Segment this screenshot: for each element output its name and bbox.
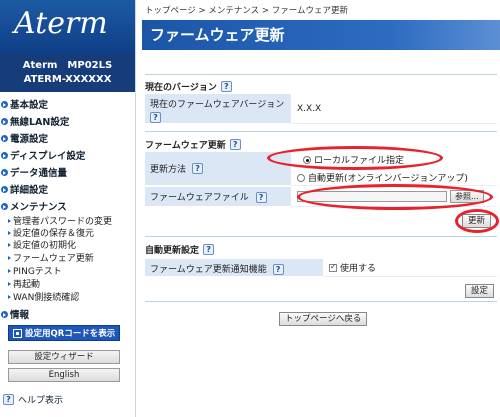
arrow-bullet-icon [1, 311, 8, 318]
arrow-bullet-icon [1, 135, 8, 142]
triangle-icon [8, 256, 11, 260]
qr-button-label: 設定用QRコードを表示 [25, 329, 116, 339]
checkbox-label: 使用する [340, 264, 377, 274]
help-icon[interactable]: ? [203, 244, 215, 255]
section-title: ファームウェア更新 [145, 141, 226, 151]
menu-advanced[interactable]: 詳細設定 [0, 182, 136, 196]
help-icon[interactable]: ? [255, 192, 267, 203]
menu-display[interactable]: ディスプレイ設定 [0, 148, 136, 162]
menu-power[interactable]: 電源設定 [0, 131, 136, 145]
field-label: ファームウェア更新通知機能 [150, 265, 267, 275]
page-title: ファームウェア更新 [142, 20, 500, 50]
divider [145, 131, 497, 132]
menu-maintenance[interactable]: メンテナンス [0, 199, 136, 213]
field-label: 更新方法 [150, 165, 187, 175]
section-current-version: 現在のバージョン ? [145, 80, 232, 93]
menu-data-usage[interactable]: データ通信量 [0, 165, 136, 179]
breadcrumb: トップページ > メンテナンス > ファームウェア更新 [145, 6, 348, 16]
highlight-local-file-option [267, 146, 443, 170]
triangle-icon [8, 243, 11, 247]
help-icon[interactable]: ? [192, 163, 204, 174]
divider [145, 74, 497, 75]
section-title: 自動更新設定 [145, 246, 200, 256]
submenu-firmware-update[interactable]: ファームウェア更新 [8, 251, 94, 264]
menu-info[interactable]: 情報 [0, 307, 136, 321]
divider [145, 236, 497, 237]
menu-label: 電源設定 [10, 134, 49, 145]
help-icon[interactable]: ? [150, 112, 161, 123]
menu-label: ディスプレイ設定 [10, 151, 86, 162]
menu-label: 詳細設定 [10, 185, 49, 196]
help-icon[interactable]: ? [272, 264, 284, 275]
qr-code-icon [13, 328, 22, 338]
auto-update-notify-row: ファームウェア更新通知機能 ? 使用する [145, 259, 497, 277]
help-label: ヘルプ表示 [18, 396, 64, 406]
logo-text: Aterm [14, 6, 108, 41]
submenu-factory-reset[interactable]: 設定値の初期化 [8, 238, 76, 251]
menu-label: 無線LAN設定 [10, 117, 70, 128]
arrow-bullet-icon [1, 152, 8, 159]
menu-label: メンテナンス [10, 202, 67, 213]
field-label: 現在のファームウェアバージョン [150, 100, 285, 110]
arrow-bullet-icon [1, 169, 8, 176]
submenu-wan-check[interactable]: WAN側接続確認 [8, 290, 79, 303]
main-content: トップページ > メンテナンス > ファームウェア更新 ファームウェア更新 現在… [137, 0, 500, 417]
radio-label: 自動更新(オンラインバージョンアップ) [308, 174, 468, 184]
firmware-file-label-cell: ファームウェアファイル ? [145, 187, 291, 207]
submenu-label: PINGテスト [13, 267, 62, 277]
triangle-icon [8, 231, 11, 235]
current-version-row: 現在のファームウェアバージョン ? X.X.X [145, 94, 497, 124]
notify-label-cell: ファームウェア更新通知機能 ? [145, 259, 323, 277]
sidebar: Aterm Aterm MP02LS ATERM-XXXXXX 基本設定 無線L… [0, 0, 136, 417]
submenu-label: 再起動 [13, 280, 41, 290]
arrow-bullet-icon [1, 186, 8, 193]
english-button[interactable]: English [8, 368, 120, 382]
help-toggle[interactable]: ? ヘルプ表示 [3, 393, 63, 406]
current-version-value: X.X.X [291, 94, 497, 124]
model-name: Aterm MP02LS [22, 60, 113, 71]
notify-checkbox[interactable]: 使用する [323, 259, 497, 277]
submenu-reboot[interactable]: 再起動 [8, 277, 40, 290]
submenu-label: 設定値の初期化 [13, 241, 77, 251]
help-icon[interactable]: ? [220, 81, 232, 92]
arrow-bullet-icon [1, 101, 8, 108]
setup-wizard-button[interactable]: 設定ウィザード [8, 350, 120, 364]
section-title: 現在のバージョン [145, 83, 217, 93]
triangle-icon [8, 295, 11, 299]
field-label: ファームウェアファイル [150, 193, 249, 203]
menu-label: 基本設定 [10, 100, 49, 111]
menu-basic-settings[interactable]: 基本設定 [0, 97, 136, 111]
submenu-label: WAN側接続確認 [13, 293, 80, 303]
section-firmware-update: ファームウェア更新 ? [145, 138, 241, 151]
radio-auto-update[interactable]: 自動更新(オンラインバージョンアップ) [297, 171, 468, 184]
menu-label: データ通信量 [10, 168, 68, 179]
device-id: ATERM-XXXXXX [23, 74, 112, 85]
menu-wireless-lan[interactable]: 無線LAN設定 [0, 114, 136, 128]
triangle-icon [8, 219, 11, 223]
submenu-ping-test[interactable]: PINGテスト [8, 264, 62, 277]
arrow-bullet-icon [1, 118, 8, 125]
highlight-file-input [297, 184, 493, 210]
divider [145, 301, 497, 302]
back-to-top-button[interactable]: トップページへ戻る [279, 312, 368, 326]
help-icon[interactable]: ? [229, 139, 241, 150]
triangle-icon [8, 269, 11, 273]
help-icon: ? [3, 394, 14, 405]
current-version-label-cell: 現在のファームウェアバージョン ? [145, 94, 291, 124]
menu-label: 情報 [10, 310, 30, 321]
aterm-logo: Aterm [0, 0, 135, 54]
arrow-bullet-icon [1, 203, 8, 210]
checkbox-checked-icon [329, 262, 337, 272]
set-button[interactable]: 設定 [465, 284, 495, 298]
submenu-label: ファームウェア更新 [13, 254, 94, 264]
show-qr-code-button[interactable]: 設定用QRコードを表示 [8, 325, 120, 341]
triangle-icon [8, 282, 11, 286]
model-info: Aterm MP02LS ATERM-XXXXXX [0, 54, 135, 92]
highlight-update-button [455, 209, 499, 233]
radio-empty-icon [297, 174, 305, 182]
section-auto-update: 自動更新設定 ? [145, 243, 215, 256]
